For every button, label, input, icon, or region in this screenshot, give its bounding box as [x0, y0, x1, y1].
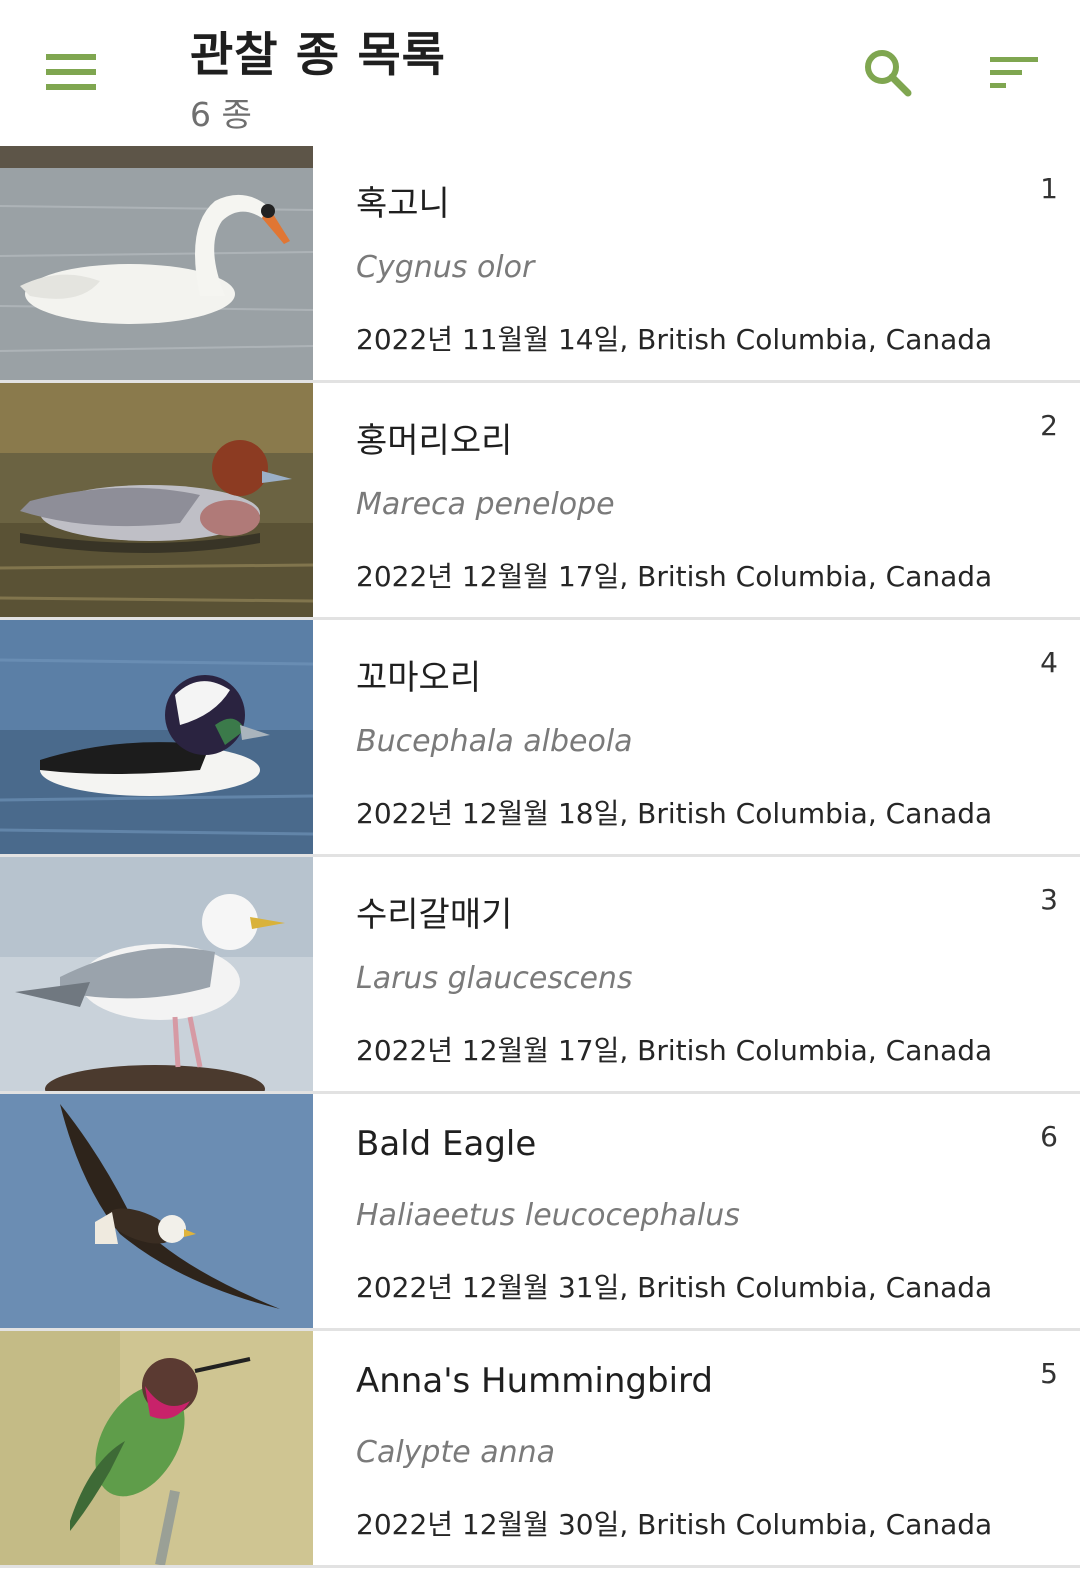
- observation-info: 2022년 11월월 14일, British Columbia, Canada: [356, 323, 993, 356]
- species-row[interactable]: 꼬마오리 Bucephala albeola 2022년 12월월 18일, B…: [0, 620, 1080, 857]
- common-name: 홍머리오리: [356, 421, 513, 461]
- species-count: 6 종: [190, 95, 252, 134]
- observation-info: 2022년 12월월 18일, British Columbia, Canada: [356, 797, 993, 830]
- species-row[interactable]: 홍머리오리 Mareca penelope 2022년 12월월 17일, Br…: [0, 383, 1080, 620]
- species-photo: [0, 1331, 313, 1565]
- gull-photo: [0, 857, 313, 1091]
- scientific-name: Larus glaucescens: [356, 961, 633, 996]
- species-photo: [0, 620, 313, 854]
- wigeon-photo: [0, 383, 313, 617]
- species-row[interactable]: Bald Eagle Haliaeetus leucocephalus 2022…: [0, 1094, 1080, 1331]
- observation-info: 2022년 12월월 17일, British Columbia, Canada: [356, 1034, 993, 1067]
- page-title: 관찰 종 목록: [190, 28, 446, 83]
- common-name: 수리갈매기: [356, 895, 513, 935]
- observation-count: 5: [1040, 1357, 1058, 1390]
- scientific-name: Haliaeetus leucocephalus: [356, 1198, 740, 1233]
- scientific-name: Cygnus olor: [356, 250, 535, 285]
- hummingbird-photo: [0, 1331, 313, 1565]
- mute-swan-photo: [0, 146, 313, 380]
- bufflehead-photo: [0, 620, 313, 854]
- species-photo: [0, 383, 313, 617]
- common-name: 꼬마오리: [356, 658, 482, 698]
- observation-info: 2022년 12월월 17일, British Columbia, Canada: [356, 560, 993, 593]
- app-bar: 관찰 종 목록 6 종: [0, 0, 1080, 145]
- species-photo: [0, 146, 313, 380]
- species-photo: [0, 857, 313, 1091]
- observation-count: 1: [1040, 172, 1058, 205]
- species-row[interactable]: 수리갈매기 Larus glaucescens 2022년 12월월 17일, …: [0, 857, 1080, 1094]
- common-name: 혹고니: [356, 184, 450, 224]
- observation-count: 6: [1040, 1120, 1058, 1153]
- scientific-name: Calypte anna: [356, 1435, 556, 1470]
- observation-info: 2022년 12월월 30일, British Columbia, Canada: [356, 1508, 993, 1541]
- search-button[interactable]: [845, 30, 931, 116]
- sort-button[interactable]: [972, 30, 1058, 116]
- sort-icon: [990, 57, 1038, 88]
- scientific-name: Mareca penelope: [356, 487, 615, 522]
- species-row[interactable]: 혹고니 Cygnus olor 2022년 11월월 14일, British …: [0, 146, 1080, 383]
- common-name: Anna's Hummingbird: [356, 1361, 713, 1401]
- menu-icon: [46, 54, 96, 90]
- search-icon: [865, 50, 912, 97]
- common-name: Bald Eagle: [356, 1124, 537, 1164]
- observation-count: 3: [1040, 883, 1058, 916]
- species-list: 혹고니 Cygnus olor 2022년 11월월 14일, British …: [0, 146, 1080, 1568]
- observation-info: 2022년 12월월 31일, British Columbia, Canada: [356, 1271, 993, 1304]
- scientific-name: Bucephala albeola: [356, 724, 633, 759]
- observation-count: 4: [1040, 646, 1058, 679]
- species-row[interactable]: Anna's Hummingbird Calypte anna 2022년 12…: [0, 1331, 1080, 1568]
- bald-eagle-photo: [0, 1094, 313, 1328]
- menu-button[interactable]: [28, 32, 116, 112]
- observation-count: 2: [1040, 409, 1058, 442]
- species-photo: [0, 1094, 313, 1328]
